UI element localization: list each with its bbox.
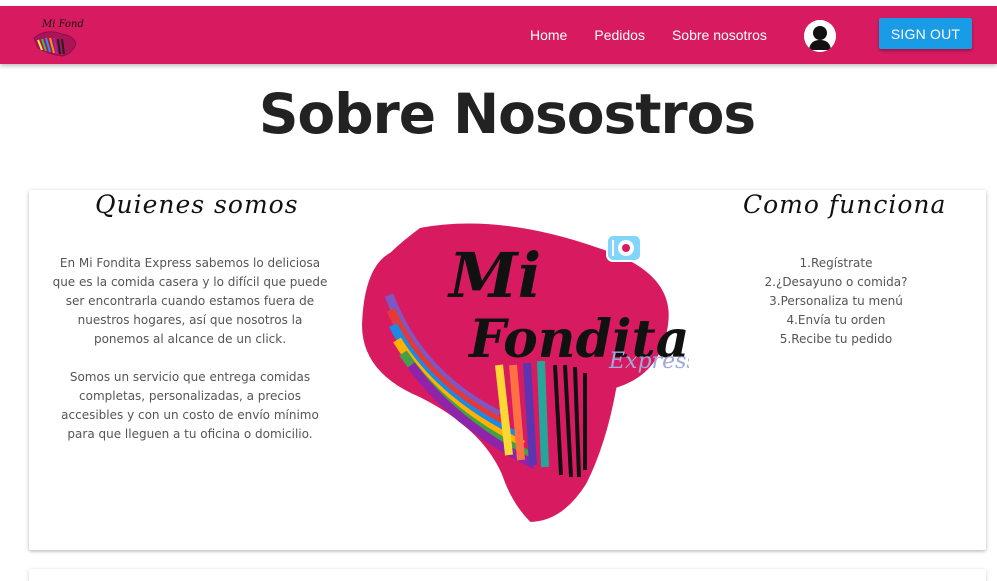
quienes-somos-text: En Mi Fondita Express sabemos lo delicio… [49, 254, 331, 463]
list-item: 1.Regístrate [799, 256, 873, 270]
next-card [29, 569, 986, 581]
svg-text:Express: Express [608, 349, 689, 374]
list-item: 5.Recibe tu pedido [779, 332, 893, 346]
nav-link-home[interactable]: Home [530, 27, 567, 43]
nav-link-pedidos[interactable]: Pedidos [594, 27, 645, 43]
about-paragraph: Somos un servicio que entrega comidas co… [61, 370, 319, 441]
navbar: Mi Fondita Home Pedidos Sobre nosotros S… [0, 6, 997, 64]
list-item: 2.¿Desayuno o comida? [764, 275, 908, 289]
brand-logo[interactable]: Mi Fondita [28, 10, 97, 60]
quienes-somos-heading: Quienes somos [95, 190, 299, 219]
como-funciona-heading: Como funciona [743, 190, 947, 219]
mi-fondita-logo: Mi Fondita Express [349, 215, 698, 530]
about-card: Quienes somos En Mi Fondita Express sabe… [29, 190, 986, 550]
svg-text:Mi Fondita: Mi Fondita [41, 19, 84, 30]
nav-links: Home Pedidos Sobre nosotros [530, 6, 794, 64]
page-title: Sobre Nosostros [258, 82, 756, 146]
about-paragraph: En Mi Fondita Express sabemos lo delicio… [52, 256, 328, 346]
svg-text:Mi: Mi [447, 239, 541, 312]
sign-out-button[interactable]: SIGN OUT [879, 18, 972, 49]
plate-icon [606, 234, 642, 262]
list-item: 3.Personaliza tu menú [769, 294, 903, 308]
user-avatar-icon[interactable] [804, 20, 836, 52]
list-item: 4.Envía tu orden [786, 313, 886, 327]
nav-link-sobre-nosotros[interactable]: Sobre nosotros [672, 27, 767, 43]
steps-list: 1.Regístrate 2.¿Desayuno o comida? 3.Per… [736, 254, 936, 349]
